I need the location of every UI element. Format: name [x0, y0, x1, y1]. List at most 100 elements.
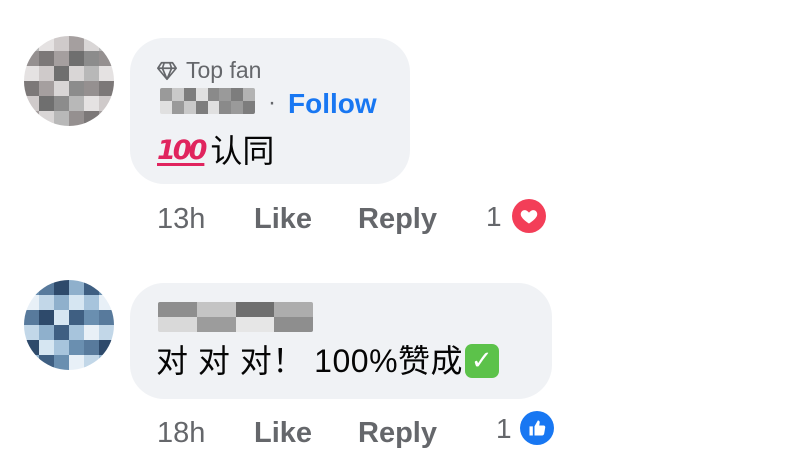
reaction-count[interactable]: 1	[496, 412, 512, 446]
avatar-pixel	[39, 340, 54, 355]
avatar-pixel	[24, 96, 39, 111]
commenter-avatar[interactable]	[24, 36, 114, 126]
name-pixel	[160, 88, 172, 101]
avatar-pixel	[54, 355, 69, 370]
name-pixel	[171, 101, 184, 114]
name-pixel	[209, 302, 223, 317]
avatar-pixel	[24, 51, 39, 66]
follow-button[interactable]: Follow	[288, 88, 377, 120]
name-pixel	[158, 317, 171, 332]
commenter-name[interactable]	[160, 88, 255, 114]
name-pixel	[222, 302, 236, 317]
avatar-pixel	[99, 310, 114, 325]
name-pixel	[248, 317, 262, 332]
avatar-pixel	[99, 355, 114, 370]
name-pixel	[235, 302, 249, 317]
love-icon[interactable]	[512, 199, 546, 233]
avatar-pixel	[99, 280, 114, 295]
avatar-pixel	[54, 111, 69, 126]
avatar-pixel	[39, 111, 54, 126]
name-pixel	[183, 317, 197, 332]
avatar-pixel	[54, 96, 69, 111]
avatar-pixel	[24, 325, 39, 340]
avatar-pixel	[84, 96, 99, 111]
name-pixel	[195, 101, 208, 114]
name-pixel	[231, 88, 244, 101]
reply-button[interactable]: Reply	[358, 416, 437, 450]
name-pixel	[160, 101, 172, 114]
avatar-pixel	[99, 36, 114, 51]
avatar-pixel	[54, 295, 69, 310]
name-pixel	[207, 101, 220, 114]
avatar-pixel	[24, 310, 39, 325]
like-icon[interactable]	[520, 411, 554, 445]
avatar-pixel	[84, 66, 99, 81]
name-pixel	[300, 302, 313, 317]
avatar-pixel	[54, 310, 69, 325]
avatar-pixel	[39, 310, 54, 325]
name-pixel	[183, 302, 197, 317]
avatar-pixel	[99, 66, 114, 81]
name-pixel	[287, 302, 301, 317]
name-pixel	[170, 317, 184, 332]
comment-body: 对 对 对！ 100%赞成	[156, 343, 464, 379]
avatar-pixel	[54, 51, 69, 66]
follow-separator: ·	[268, 89, 276, 116]
comment-timestamp[interactable]: 18h	[157, 416, 205, 450]
avatar-pixel	[84, 310, 99, 325]
avatar-pixel	[39, 36, 54, 51]
name-pixel	[243, 101, 255, 114]
avatar-pixel	[99, 51, 114, 66]
avatar-pixel	[69, 81, 84, 96]
avatar-pixel	[69, 111, 84, 126]
avatar-pixel	[54, 66, 69, 81]
top-fan-label: Top fan	[186, 57, 262, 83]
avatar-pixel	[39, 66, 54, 81]
name-pixel	[300, 317, 313, 332]
avatar-pixel	[69, 96, 84, 111]
reaction-count[interactable]: 1	[486, 200, 502, 234]
avatar-pixel	[24, 280, 39, 295]
name-pixel	[219, 101, 232, 114]
comment-text: 对 对 对！ 100%赞成 ✓	[156, 341, 500, 381]
avatar-pixel	[39, 280, 54, 295]
avatar-pixel	[24, 340, 39, 355]
avatar-pixel	[54, 36, 69, 51]
commenter-avatar[interactable]	[24, 280, 114, 370]
name-pixel	[170, 302, 184, 317]
like-button[interactable]: Like	[254, 202, 312, 236]
commenter-name[interactable]	[158, 302, 313, 332]
avatar-pixel	[24, 111, 39, 126]
avatar-pixel	[84, 340, 99, 355]
name-pixel	[158, 302, 171, 317]
avatar-pixel	[54, 340, 69, 355]
avatar-pixel	[39, 51, 54, 66]
name-pixel	[196, 317, 210, 332]
avatar-pixel	[24, 36, 39, 51]
name-pixel	[248, 302, 262, 317]
name-pixel	[274, 317, 288, 332]
avatar-pixel	[24, 66, 39, 81]
name-pixel	[196, 302, 210, 317]
diamond-icon	[157, 61, 177, 80]
check-mark-icon: ✓	[465, 344, 500, 378]
avatar-pixel	[69, 325, 84, 340]
avatar-pixel	[84, 111, 99, 126]
name-pixel	[195, 88, 208, 101]
avatar-pixel	[99, 340, 114, 355]
avatar-pixel	[69, 280, 84, 295]
name-pixel	[274, 302, 288, 317]
avatar-pixel	[99, 81, 114, 96]
avatar-pixel	[69, 310, 84, 325]
avatar-pixel	[24, 81, 39, 96]
avatar-pixel	[99, 96, 114, 111]
name-pixel	[171, 88, 184, 101]
avatar-pixel	[24, 355, 39, 370]
like-button[interactable]: Like	[254, 416, 312, 450]
avatar-pixel	[99, 325, 114, 340]
name-pixel	[261, 317, 275, 332]
avatar-pixel	[39, 325, 54, 340]
name-pixel	[209, 317, 223, 332]
reply-button[interactable]: Reply	[358, 202, 437, 236]
comment-timestamp[interactable]: 13h	[157, 202, 205, 236]
